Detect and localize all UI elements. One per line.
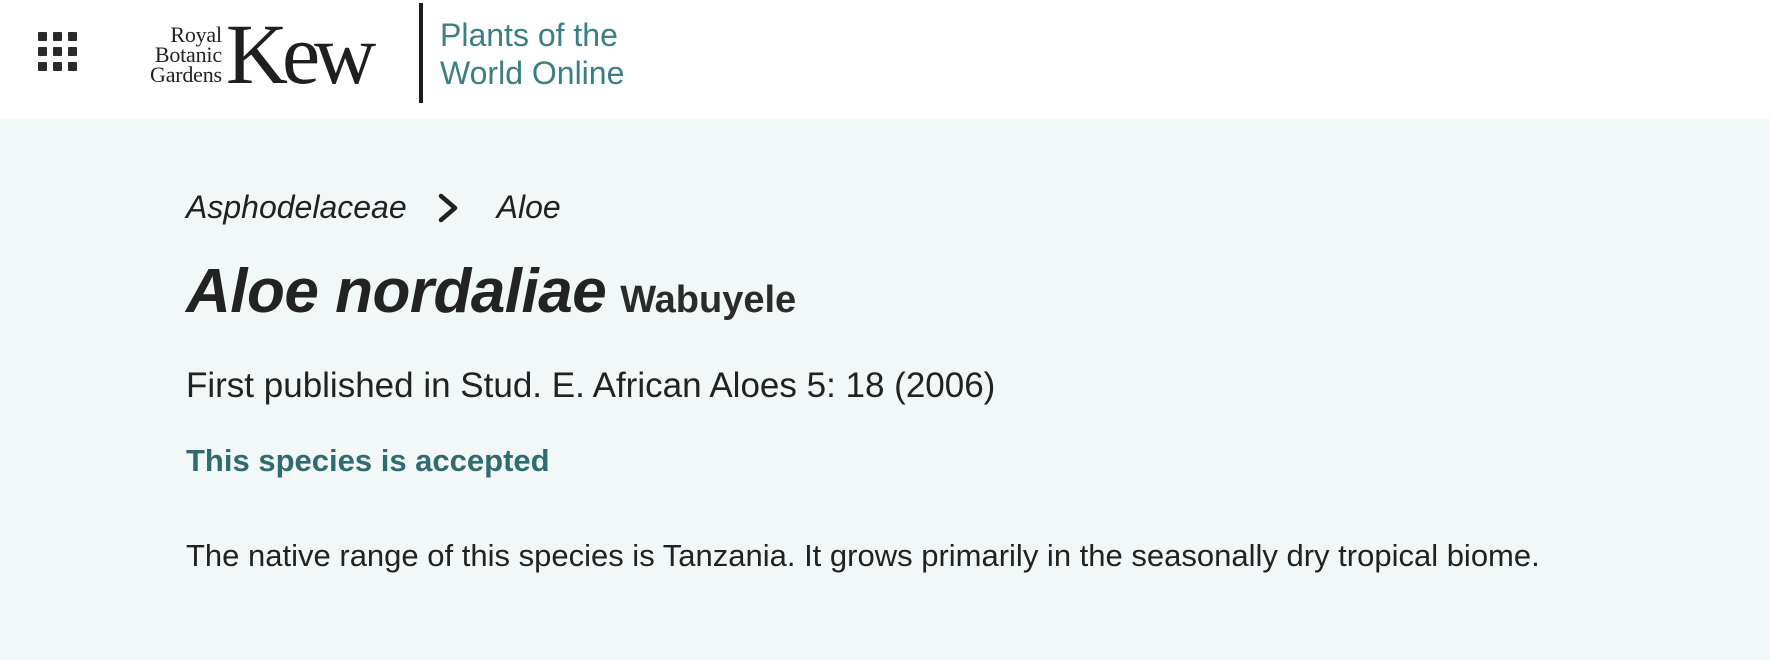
apps-grid-icon xyxy=(38,32,47,41)
breadcrumb-genus-link[interactable]: Aloe xyxy=(497,189,561,226)
breadcrumb-family-link[interactable]: Asphodelaceae xyxy=(186,189,407,226)
kew-wordmark: Kew xyxy=(225,6,376,102)
acceptance-status: This species is accepted xyxy=(186,443,550,478)
publication-info: First published in Stud. E. African Aloe… xyxy=(186,366,996,405)
site-name-line1: Plants of the xyxy=(440,17,618,53)
page-title: Aloe nordaliae Wabuyele xyxy=(186,256,796,327)
species-name: Aloe nordaliae xyxy=(186,257,607,326)
logo-divider xyxy=(419,3,423,103)
native-range-summary: The native range of this species is Tanz… xyxy=(186,538,1540,573)
taxon-main: Asphodelaceae Aloe Aloe nordaliae Wabuye… xyxy=(0,118,1770,660)
taxon-author: Wabuyele xyxy=(620,279,797,321)
kew-logo-link[interactable]: Royal Botanic Gardens Kew xyxy=(150,6,410,102)
site-name-link[interactable]: Plants of the World Online xyxy=(440,16,624,92)
site-name-line2: World Online xyxy=(440,55,625,91)
site-header: Royal Botanic Gardens Kew Plants of the … xyxy=(0,0,1770,118)
breadcrumb: Asphodelaceae Aloe xyxy=(186,189,561,226)
kew-logo-subtitle: Royal Botanic Gardens xyxy=(150,22,222,87)
apps-menu-button[interactable] xyxy=(36,28,84,76)
chevron-right-icon xyxy=(438,193,457,222)
